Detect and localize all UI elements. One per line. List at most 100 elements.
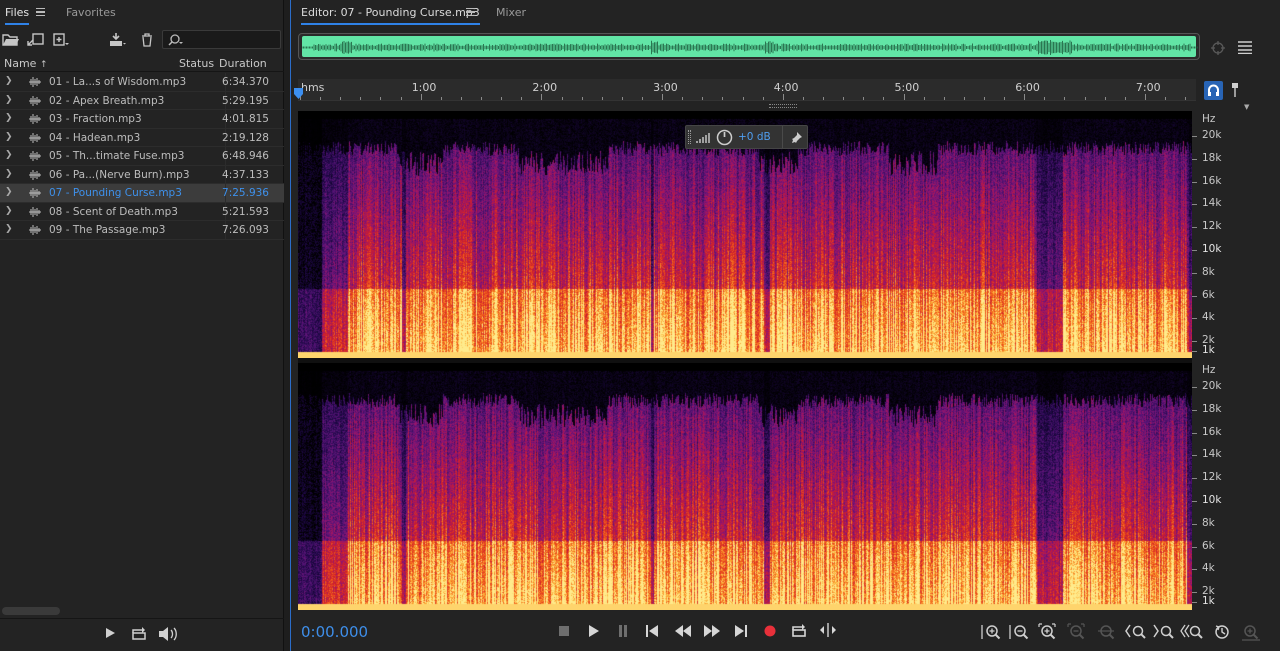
gain-hud[interactable]: +0 dB xyxy=(685,125,808,149)
file-row[interactable]: ❯ 08 - Scent of Death.mp3 5:21.593 xyxy=(0,202,284,221)
time-ruler[interactable]: hms 1:00 2:00 3:00 4:00 5:00 6:00 7:00 xyxy=(298,79,1196,101)
expand-chevron-icon[interactable]: ❯ xyxy=(5,187,13,197)
marker-pin-icon[interactable] xyxy=(1231,83,1239,100)
spectrogram-channel-2[interactable] xyxy=(298,363,1192,610)
stop-icon[interactable] xyxy=(559,626,569,636)
expand-chevron-icon[interactable]: ❯ xyxy=(5,113,13,123)
tab-editor[interactable]: Editor: 07 - Pounding Curse.mp3 xyxy=(301,6,480,25)
pause-icon[interactable] xyxy=(618,625,628,637)
file-row[interactable]: ❯ 06 - Pa...(Nerve Burn).mp3 4:37.133 xyxy=(0,165,284,184)
audio-file-icon xyxy=(29,151,41,161)
frequency-label: 6k xyxy=(1202,539,1215,552)
file-row[interactable]: ❯ 04 - Hadean.mp3 2:19.128 xyxy=(0,128,284,147)
insert-into-multitrack-icon[interactable] xyxy=(108,32,126,48)
tab-files[interactable]: Files xyxy=(5,6,30,25)
zoom-to-frequency-icon xyxy=(1241,623,1261,641)
pin-icon[interactable] xyxy=(791,132,802,143)
ruler-tick xyxy=(581,97,583,100)
zoom-in-left-icon[interactable] xyxy=(1125,623,1146,641)
ruler-tick xyxy=(1165,97,1167,100)
audio-file-icon xyxy=(29,132,41,143)
file-row[interactable]: ❯ 07 - Pounding Curse.mp3 7:25.936 xyxy=(0,184,284,203)
file-duration: 2:19.128 xyxy=(222,131,269,144)
file-row[interactable]: ❯ 09 - The Passage.mp3 7:26.093 xyxy=(0,221,284,240)
ruler-tick xyxy=(903,94,905,100)
expand-chevron-icon[interactable]: ❯ xyxy=(5,169,13,179)
fast-forward-icon[interactable] xyxy=(704,625,720,637)
frequency-tick xyxy=(1192,602,1197,603)
column-status[interactable]: Status xyxy=(179,57,214,70)
ruler-tick xyxy=(1144,94,1146,100)
playhead-marker[interactable] xyxy=(294,88,303,99)
trash-icon[interactable] xyxy=(138,32,156,48)
file-name: 02 - Apex Breath.mp3 xyxy=(49,94,165,107)
preview-play-icon[interactable] xyxy=(104,627,116,642)
zoom-in-time-icon[interactable] xyxy=(1038,623,1058,641)
ruler-tick xyxy=(1124,97,1126,100)
column-name[interactable]: Name ↑ xyxy=(4,57,48,70)
audio-file-icon xyxy=(29,169,41,180)
zoom-out-amplitude-icon[interactable] xyxy=(1009,623,1029,641)
horizontal-scrollbar[interactable] xyxy=(2,607,60,615)
expand-chevron-icon[interactable]: ❯ xyxy=(5,206,13,216)
snap-toggle-icon[interactable] xyxy=(1204,81,1223,100)
frequency-tick xyxy=(1192,501,1197,502)
gain-knob-icon[interactable] xyxy=(716,129,733,146)
expand-chevron-icon[interactable]: ❯ xyxy=(5,150,13,160)
zoom-in-amplitude-icon[interactable] xyxy=(981,623,1001,641)
file-row[interactable]: ❯ 03 - Fraction.mp3 4:01.815 xyxy=(0,110,284,129)
expand-chevron-icon[interactable]: ❯ xyxy=(5,224,13,234)
frequency-tick xyxy=(1192,181,1197,183)
frequency-label: 4k xyxy=(1202,311,1215,324)
ruler-tick xyxy=(1084,97,1086,100)
frequency-label: 8k xyxy=(1202,516,1215,529)
current-time-display[interactable]: 0:00.000 xyxy=(301,623,368,641)
preview-loop-icon[interactable] xyxy=(131,627,147,643)
expand-chevron-icon[interactable]: ❯ xyxy=(5,132,13,142)
frequency-tick xyxy=(1192,592,1197,594)
open-folder-icon[interactable] xyxy=(2,32,20,48)
expand-chevron-icon[interactable]: ❯ xyxy=(5,95,13,105)
file-row[interactable]: ❯ 01 - La...s of Wisdom.mp3 6:34.370 xyxy=(0,73,284,92)
frequency-tick xyxy=(1192,523,1197,525)
search-input[interactable] xyxy=(185,32,275,47)
hud-grip[interactable] xyxy=(688,130,691,144)
go-to-start-icon[interactable] xyxy=(646,625,658,637)
preview-volume-icon[interactable] xyxy=(158,627,178,644)
play-icon[interactable] xyxy=(588,625,599,637)
vertical-zoom-grip[interactable] xyxy=(769,104,797,108)
loop-playback-icon[interactable] xyxy=(791,623,807,637)
ruler-tick xyxy=(380,97,382,100)
frequency-label: 20k xyxy=(1202,380,1222,392)
frequency-label: 16k xyxy=(1202,425,1222,438)
frequency-label: 18k xyxy=(1202,402,1222,415)
tab-mixer[interactable]: Mixer xyxy=(496,6,526,19)
file-row[interactable]: ❯ 02 - Apex Breath.mp3 5:29.195 xyxy=(0,91,284,110)
file-name: 01 - La...s of Wisdom.mp3 xyxy=(49,76,187,88)
import-file-icon[interactable] xyxy=(27,32,45,48)
tab-favorites[interactable]: Favorites xyxy=(66,6,116,19)
frequency-label: 8k xyxy=(1202,265,1215,278)
editor-panel-menu-icon[interactable] xyxy=(466,8,475,16)
list-view-icon[interactable] xyxy=(1238,41,1252,57)
ruler-tick xyxy=(943,97,945,100)
skip-selection-icon[interactable] xyxy=(819,623,837,637)
overview-waveform-path xyxy=(302,40,1198,55)
file-row[interactable]: ❯ 05 - Th...timate Fuse.mp3 6:48.946 xyxy=(0,147,284,166)
file-name: 03 - Fraction.mp3 xyxy=(49,113,142,125)
new-file-icon[interactable] xyxy=(52,32,70,48)
expand-chevron-icon[interactable]: ❯ xyxy=(5,76,13,86)
zoom-in-right-icon[interactable] xyxy=(1153,623,1174,641)
column-duration[interactable]: Duration xyxy=(219,57,267,70)
zoom-out-both-icon[interactable] xyxy=(1180,623,1203,641)
rewind-icon[interactable] xyxy=(675,625,691,637)
go-to-end-icon[interactable] xyxy=(735,625,747,637)
record-icon[interactable] xyxy=(764,625,776,637)
zoom-reset-icon[interactable] xyxy=(1213,623,1233,641)
spectral-display[interactable] xyxy=(298,111,1192,611)
zoom-target-icon[interactable] xyxy=(1209,40,1227,59)
gain-value[interactable]: +0 dB xyxy=(738,131,771,143)
freq-scroll-arrow-icon[interactable]: ▼ xyxy=(1244,103,1249,111)
waveform-overview[interactable] xyxy=(298,33,1200,60)
files-panel-menu-icon[interactable] xyxy=(36,8,45,16)
